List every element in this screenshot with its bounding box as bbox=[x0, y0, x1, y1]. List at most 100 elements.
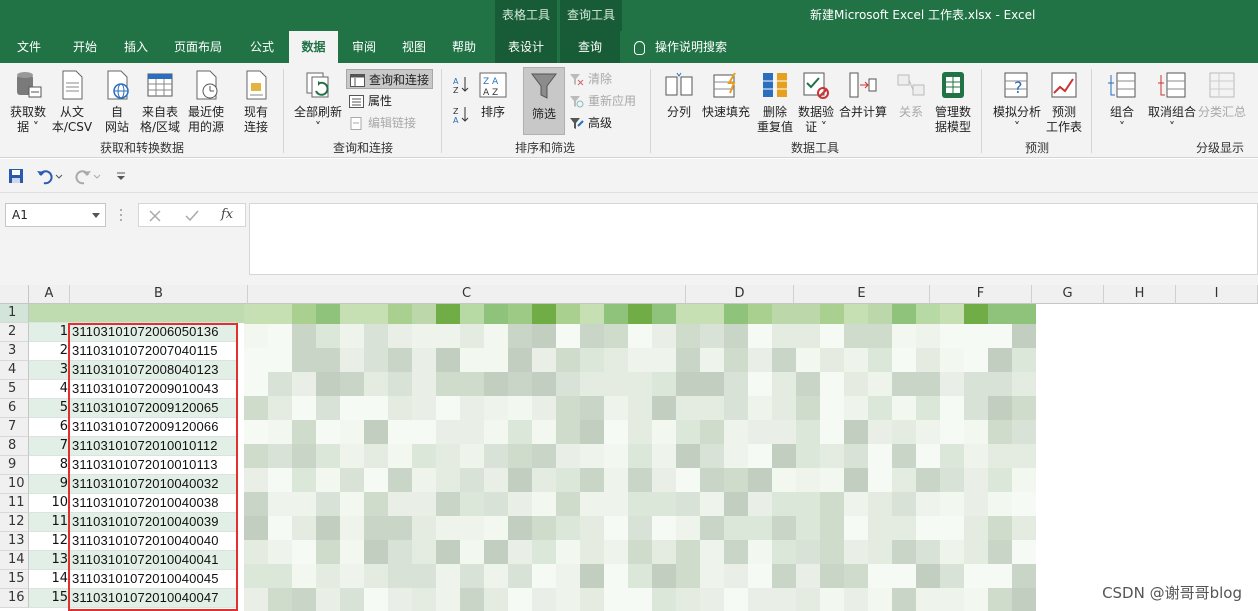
subtotal-button[interactable]: 分类汇总 bbox=[1196, 69, 1248, 120]
reapply-button[interactable]: 重新应用 bbox=[569, 91, 636, 111]
remove-duplicates-button[interactable]: 删除 重复值 bbox=[755, 69, 795, 135]
tell-me-search[interactable]: 操作说明搜索 bbox=[634, 31, 727, 63]
sort-button[interactable]: Z AA Z 排序 bbox=[474, 69, 512, 120]
cell-a[interactable]: 14 bbox=[29, 570, 70, 589]
cell-a[interactable]: 7 bbox=[29, 437, 70, 456]
advanced-filter-icon bbox=[569, 116, 584, 129]
manage-data-model-button[interactable]: 管理数 据模型 bbox=[932, 69, 974, 135]
from-text-csv-button[interactable]: 从文 本/CSV bbox=[50, 69, 94, 135]
row-header[interactable]: 7 bbox=[0, 418, 29, 437]
cell-a[interactable]: 15 bbox=[29, 589, 70, 608]
ungroup-button[interactable]: 取消组合 ˅ bbox=[1144, 69, 1200, 135]
row-header[interactable]: 5 bbox=[0, 380, 29, 399]
tab-formulas[interactable]: 公式 bbox=[240, 31, 284, 63]
recent-sources-button[interactable]: 最近使 用的源 bbox=[184, 69, 228, 135]
from-table-range-button[interactable]: 来自表 格/区域 bbox=[138, 69, 182, 135]
tab-data[interactable]: 数据 bbox=[289, 31, 338, 63]
cell-a[interactable]: 4 bbox=[29, 380, 70, 399]
forecast-sheet-button[interactable]: 预测 工作表 bbox=[1044, 69, 1084, 135]
mosaic-block bbox=[340, 304, 364, 324]
cell-a[interactable]: 10 bbox=[29, 494, 70, 513]
cell-a[interactable]: 2 bbox=[29, 342, 70, 361]
cell-a[interactable]: 9 bbox=[29, 475, 70, 494]
clear-filter-button[interactable]: 清除 bbox=[569, 69, 612, 89]
undo-icon[interactable] bbox=[36, 167, 64, 185]
sort-ascending-button[interactable]: AZ bbox=[452, 75, 470, 95]
row-header[interactable]: 10 bbox=[0, 475, 29, 494]
cell-a[interactable]: 1 bbox=[29, 323, 70, 342]
row-header[interactable]: 1 bbox=[0, 304, 29, 323]
cell-a[interactable]: 3 bbox=[29, 361, 70, 380]
refresh-all-button[interactable]: 全部刷新 ˅ bbox=[290, 69, 346, 135]
column-header-h[interactable]: H bbox=[1104, 285, 1176, 304]
tab-table-design[interactable]: 表设计 bbox=[495, 31, 557, 63]
from-web-button[interactable]: 自 网站 bbox=[98, 69, 136, 135]
text-to-columns-button[interactable]: 分列 bbox=[662, 69, 696, 120]
column-header-e[interactable]: E bbox=[794, 285, 930, 304]
cell-a[interactable]: 11 bbox=[29, 513, 70, 532]
row-header[interactable]: 16 bbox=[0, 589, 29, 608]
column-header-a[interactable]: A bbox=[29, 285, 70, 304]
chevron-down-icon[interactable] bbox=[92, 213, 100, 218]
save-icon[interactable] bbox=[8, 168, 24, 184]
row-header[interactable]: 15 bbox=[0, 570, 29, 589]
what-if-analysis-button[interactable]: ? 模拟分析 ˅ bbox=[990, 69, 1044, 135]
insert-function-button[interactable]: fx bbox=[221, 207, 233, 222]
row-header[interactable]: 3 bbox=[0, 342, 29, 361]
cell-b[interactable] bbox=[70, 304, 236, 323]
column-header-d[interactable]: D bbox=[686, 285, 794, 304]
column-header-i[interactable]: I bbox=[1176, 285, 1258, 304]
tab-insert[interactable]: 插入 bbox=[114, 31, 158, 63]
row-header[interactable]: 8 bbox=[0, 437, 29, 456]
consolidate-button[interactable]: 合并计算 bbox=[838, 69, 888, 120]
tab-help[interactable]: 帮助 bbox=[442, 31, 486, 63]
properties-button[interactable]: 属性 bbox=[349, 91, 392, 111]
data-validation-button[interactable]: 数据验 证 ˅ bbox=[797, 69, 835, 135]
row-header[interactable]: 4 bbox=[0, 361, 29, 380]
cell-a[interactable]: 8 bbox=[29, 456, 70, 475]
advanced-filter-button[interactable]: 高级 bbox=[569, 113, 612, 133]
tab-review[interactable]: 审阅 bbox=[342, 31, 386, 63]
enter-check-icon[interactable] bbox=[185, 210, 199, 222]
select-all-corner[interactable] bbox=[0, 285, 29, 304]
edit-links-button[interactable]: 编辑链接 bbox=[349, 113, 416, 133]
cell-a[interactable] bbox=[29, 304, 70, 323]
column-header-f[interactable]: F bbox=[930, 285, 1032, 304]
row-header[interactable]: 9 bbox=[0, 456, 29, 475]
sort-descending-button[interactable]: ZA bbox=[452, 105, 470, 125]
get-data-button[interactable]: 获取数 据 ˅ bbox=[6, 69, 50, 135]
relationships-button[interactable]: 关系 bbox=[894, 69, 928, 120]
drag-handle-icon[interactable] bbox=[118, 207, 124, 223]
formula-input[interactable] bbox=[249, 203, 1258, 275]
tab-file[interactable]: 文件 bbox=[8, 31, 50, 63]
column-header-b[interactable]: B bbox=[70, 285, 248, 304]
name-box[interactable]: A1 bbox=[5, 203, 106, 227]
row-header[interactable]: 14 bbox=[0, 551, 29, 570]
row-header[interactable]: 2 bbox=[0, 323, 29, 342]
tab-home[interactable]: 开始 bbox=[62, 31, 108, 63]
cell-a[interactable]: 13 bbox=[29, 551, 70, 570]
cancel-icon[interactable] bbox=[149, 210, 161, 222]
row-header[interactable]: 6 bbox=[0, 399, 29, 418]
worksheet-grid[interactable]: A B C D E F G H I 1 2 1 3110310107200605013… bbox=[0, 285, 1258, 611]
tab-page-layout[interactable]: 页面布局 bbox=[164, 31, 232, 63]
mosaic-block bbox=[892, 396, 916, 420]
mosaic-block bbox=[868, 324, 892, 348]
queries-connections-button[interactable]: 查询和连接 bbox=[346, 69, 434, 89]
flash-fill-button[interactable]: 快速填充 bbox=[700, 69, 752, 120]
row-header[interactable]: 12 bbox=[0, 513, 29, 532]
column-header-g[interactable]: G bbox=[1032, 285, 1104, 304]
column-header-c[interactable]: C bbox=[248, 285, 686, 304]
row-header[interactable]: 11 bbox=[0, 494, 29, 513]
group-button[interactable]: 组合 ˅ bbox=[1104, 69, 1140, 135]
filter-button[interactable]: 筛选 bbox=[523, 67, 565, 135]
redo-icon[interactable] bbox=[74, 167, 102, 185]
cell-a[interactable]: 12 bbox=[29, 532, 70, 551]
tab-query[interactable]: 查询 bbox=[560, 31, 620, 63]
cell-a[interactable]: 5 bbox=[29, 399, 70, 418]
existing-connections-button[interactable]: 现有 连接 bbox=[236, 69, 276, 135]
customize-qat-icon[interactable] bbox=[116, 171, 126, 181]
cell-a[interactable]: 6 bbox=[29, 418, 70, 437]
tab-view[interactable]: 视图 bbox=[392, 31, 436, 63]
row-header[interactable]: 13 bbox=[0, 532, 29, 551]
